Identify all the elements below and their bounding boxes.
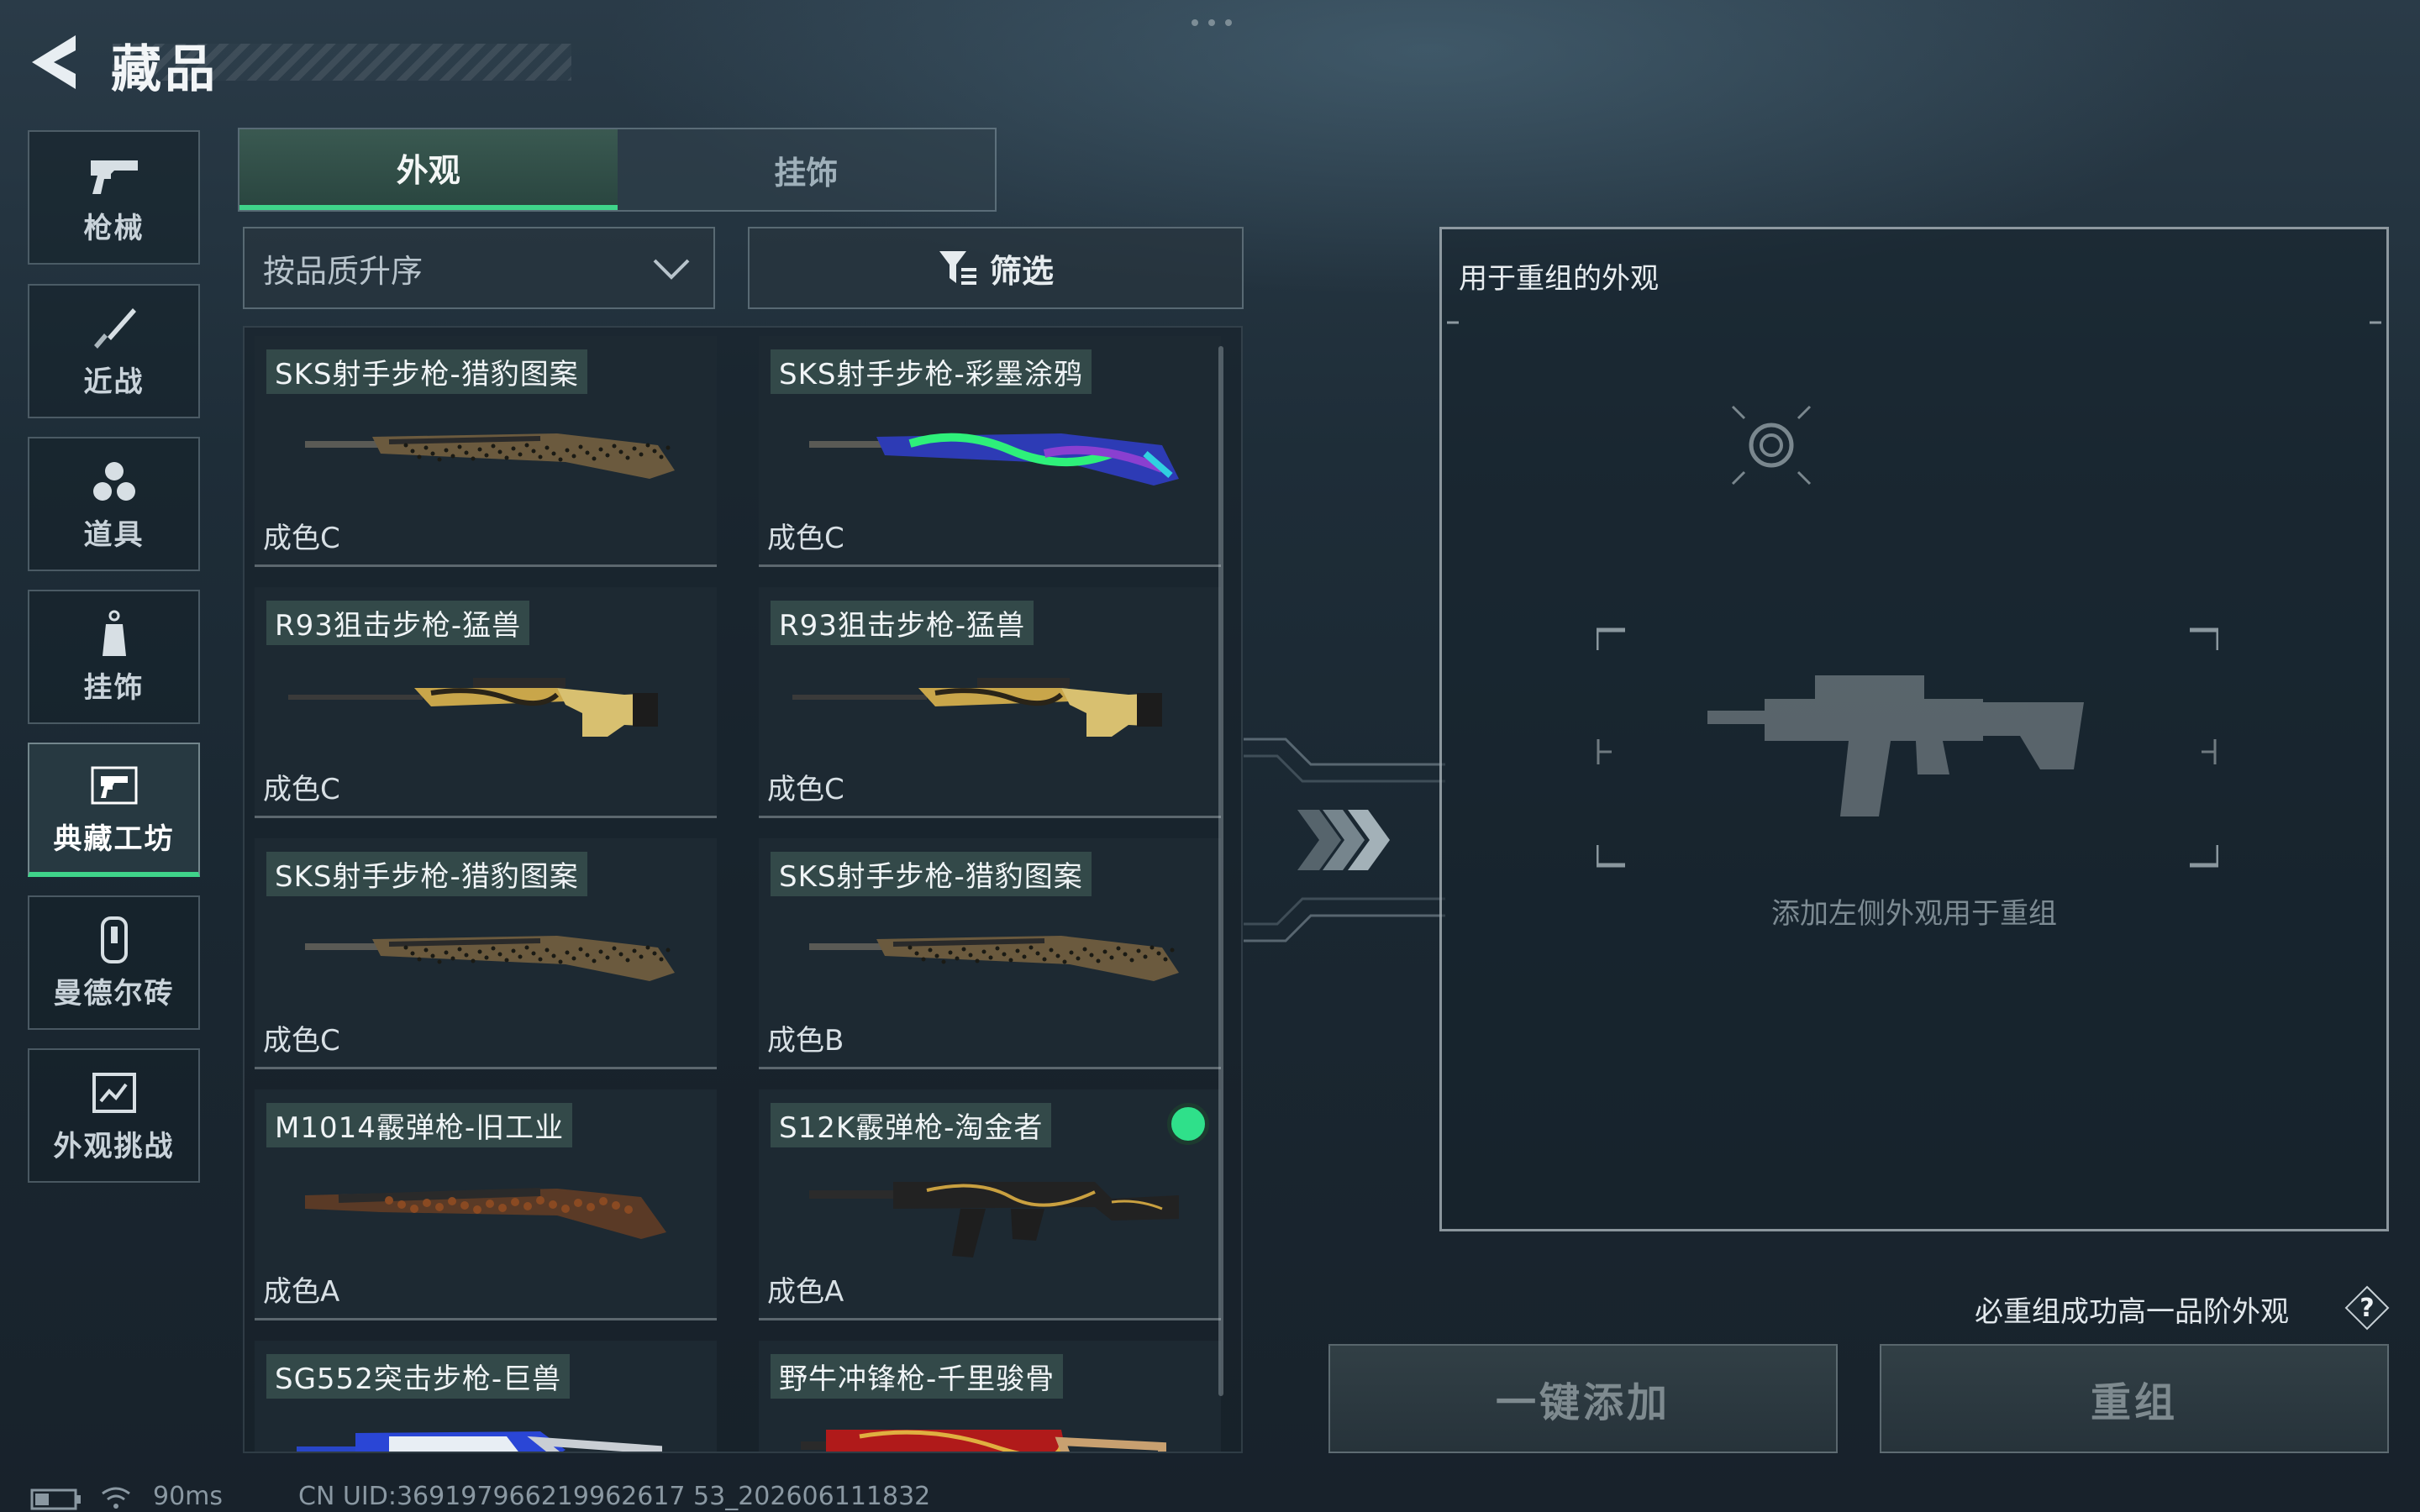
skin-name: SKS射手步枪-猎豹图案 — [266, 852, 587, 896]
forward-arrows-icon — [1297, 810, 1390, 870]
weapon-skin-image — [305, 433, 675, 479]
weapon-skin-image — [297, 1431, 662, 1452]
filter-button[interactable]: 筛选 — [748, 227, 1244, 309]
skin-grade: 成色C — [767, 522, 844, 555]
skin-card[interactable]: 野牛冲锋枪-千里骏骨 — [759, 1341, 1221, 1452]
uid-text: CN UID:369197966219962617 53_20260611183… — [298, 1482, 931, 1511]
skin-grade: 成色A — [767, 1275, 844, 1309]
tab-charms[interactable]: 挂饰 — [617, 129, 995, 210]
tab-appearance[interactable]: 外观 — [239, 129, 618, 210]
skin-name: SKS射手步枪-猎豹图案 — [266, 349, 587, 394]
skin-name: R93狙击步枪-猛兽 — [771, 601, 1034, 645]
page-title: 藏品 — [111, 40, 218, 99]
sidebar-item-charms[interactable]: 挂饰 — [28, 590, 200, 724]
weapon-skin-image — [792, 678, 1162, 737]
grid-scrollbar[interactable] — [1218, 346, 1223, 1396]
back-arrow-icon[interactable] — [25, 30, 86, 94]
skin-name: 野牛冲锋枪-千里骏骨 — [771, 1354, 1064, 1399]
help-icon[interactable]: ? — [2344, 1285, 2390, 1331]
skin-card[interactable]: SKS射手步枪-猎豹图案成色B — [759, 838, 1221, 1069]
skin-grade: 成色C — [263, 773, 340, 806]
knife-icon — [89, 303, 139, 354]
skin-name: SKS射手步枪-彩墨涂鸦 — [771, 349, 1092, 394]
sidebar-item-challenge[interactable]: 外观挑战 — [28, 1048, 200, 1183]
skin-card[interactable]: SKS射手步枪-猎豹图案成色C — [255, 336, 717, 567]
panel-hint: 添加左侧外观用于重组 — [1771, 897, 2057, 931]
sidebar-item-label: 近战 — [83, 365, 145, 399]
quick-add-button[interactable]: 一键添加 — [1328, 1344, 1838, 1453]
sidebar-item-label: 外观挑战 — [53, 1129, 175, 1163]
panel-title: 用于重组的外观 — [1459, 262, 1659, 296]
recombine-button[interactable]: 重组 — [1880, 1344, 2389, 1453]
skin-grade: 成色C — [263, 1024, 340, 1058]
weapon-skin-image — [801, 1430, 1166, 1452]
selected-indicator-icon — [1167, 1103, 1209, 1145]
skin-grade: 成色B — [767, 1024, 844, 1058]
charm-icon — [89, 609, 139, 659]
filter-label: 筛选 — [989, 252, 1054, 290]
skin-card[interactable]: R93狙击步枪-猛兽成色C — [759, 587, 1221, 818]
weapon-skin-image — [809, 1182, 1179, 1257]
battery-icon — [30, 1488, 81, 1510]
more-dots-icon[interactable] — [1188, 17, 1235, 29]
skin-name: S12K霰弹枪-淘金者 — [771, 1103, 1052, 1147]
skin-name: SG552突击步枪-巨兽 — [266, 1354, 571, 1399]
skin-card[interactable]: S12K霰弹枪-淘金者成色A — [759, 1089, 1221, 1320]
sidebar-item-items[interactable]: 道具 — [28, 437, 200, 571]
workshop-icon — [89, 760, 139, 811]
sidebar-item-label: 挂饰 — [83, 670, 145, 705]
skin-card[interactable]: R93狙击步枪-猛兽成色C — [255, 587, 717, 818]
placeholder-side-marks — [1597, 739, 2217, 764]
sidebar-item-guns[interactable]: 枪械 — [28, 130, 200, 265]
pistol-icon — [89, 150, 139, 200]
sidebar-item-label: 曼德尔砖 — [53, 976, 175, 1011]
sidebar-item-mandel-brick[interactable]: 曼德尔砖 — [28, 895, 200, 1030]
weapon-skin-image — [809, 433, 1179, 486]
weapon-skin-image — [288, 678, 658, 737]
sidebar-item-workshop[interactable]: 典藏工坊 — [28, 743, 200, 877]
panel-divider — [1447, 321, 2381, 324]
skin-grade: 成色C — [263, 522, 340, 555]
skin-name: SKS射手步枪-猎豹图案 — [771, 852, 1092, 896]
category-tabs: 外观 挂饰 — [238, 128, 997, 212]
skin-card[interactable]: M1014霰弹枪-旧工业成色A — [255, 1089, 717, 1320]
skin-name: R93狙击步枪-猛兽 — [266, 601, 530, 645]
weapon-skin-image — [305, 1188, 666, 1239]
skin-grade: 成色C — [767, 773, 844, 806]
skin-name: M1014霰弹枪-旧工业 — [266, 1103, 573, 1147]
challenge-icon — [89, 1068, 139, 1118]
sort-dropdown[interactable]: 按品质升序 — [243, 227, 715, 309]
wifi-icon — [102, 1487, 130, 1509]
guarantee-text: 必重组成功高一品阶外观 — [1975, 1295, 2289, 1329]
chevron-down-icon — [653, 259, 690, 280]
grenades-icon — [89, 456, 139, 507]
sidebar-item-label: 道具 — [83, 517, 145, 552]
target-reticle-icon — [1731, 405, 1812, 486]
skin-grade: 成色A — [263, 1275, 340, 1309]
sidebar-item-label: 典藏工坊 — [53, 822, 175, 856]
skin-card[interactable]: SKS射手步枪-猎豹图案成色C — [255, 838, 717, 1069]
sidebar-item-label: 枪械 — [83, 211, 145, 245]
mandel-brick-icon — [89, 915, 139, 965]
ping-text: 90ms — [153, 1482, 224, 1511]
weapon-skin-image — [305, 936, 675, 981]
skin-card[interactable]: SKS射手步枪-彩墨涂鸦成色C — [759, 336, 1221, 567]
sort-value: 按品质升序 — [263, 252, 424, 290]
svg-text:?: ? — [2360, 1294, 2374, 1323]
weapon-skin-image — [809, 936, 1179, 981]
skin-grid: SKS射手步枪-猎豹图案 成色C SKS射手步枪-彩墨涂鸦 成色C R93狙击步枪-猛兽… — [243, 326, 1243, 1453]
filter-icon — [939, 251, 976, 285]
sidebar-item-melee[interactable]: 近战 — [28, 284, 200, 418]
skin-card[interactable]: SG552突击步枪-巨兽 — [255, 1341, 717, 1452]
